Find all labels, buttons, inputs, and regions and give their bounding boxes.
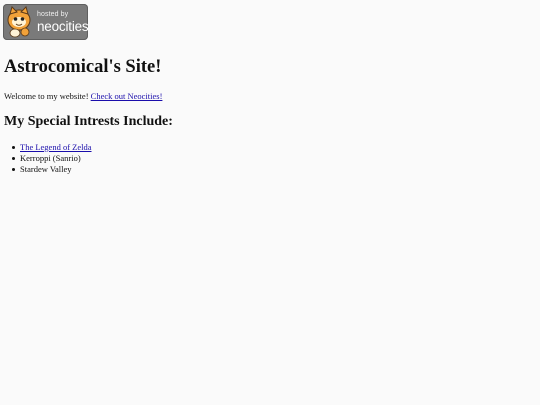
cat-mascot-icon bbox=[7, 6, 31, 38]
zelda-link[interactable]: The Legend of Zelda bbox=[20, 142, 92, 152]
list-item: Stardew Valley bbox=[12, 164, 92, 175]
page-title: Astrocomical's Site! bbox=[4, 57, 162, 77]
page: hosted by neocities Astrocomical's Site!… bbox=[0, 0, 540, 405]
neocities-link[interactable]: Check out Neocities! bbox=[91, 91, 163, 101]
neocities-badge[interactable]: hosted by neocities bbox=[3, 4, 88, 40]
welcome-text: Welcome to my website! bbox=[4, 91, 91, 101]
welcome-paragraph: Welcome to my website! Check out Neociti… bbox=[4, 91, 162, 101]
interests-heading: My Special Intrests Include: bbox=[4, 114, 173, 129]
list-item: Kerroppi (Sanrio) bbox=[12, 153, 92, 164]
interests-list: The Legend of Zelda Kerroppi (Sanrio) St… bbox=[12, 142, 92, 175]
badge-small-text: hosted by bbox=[37, 11, 69, 18]
badge-big-text: neocities bbox=[37, 19, 88, 34]
list-item: The Legend of Zelda bbox=[12, 142, 92, 153]
